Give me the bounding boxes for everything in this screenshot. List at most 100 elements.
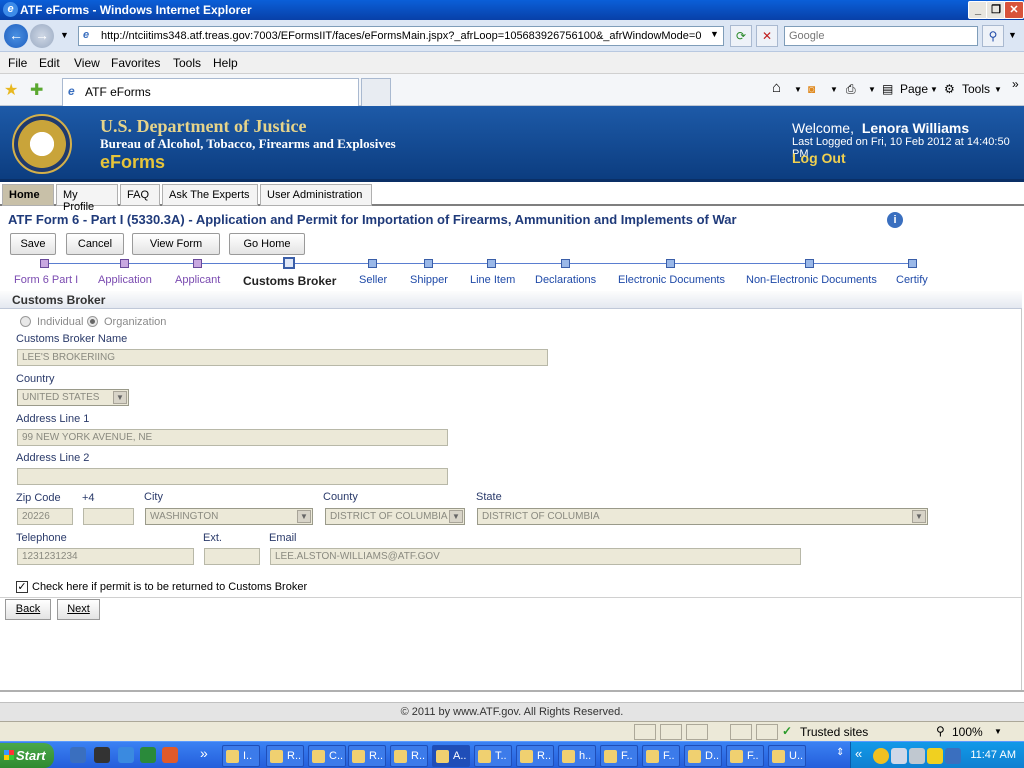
- home-dropdown-icon[interactable]: ▼: [794, 85, 802, 94]
- step-marker-applicant[interactable]: [193, 259, 202, 268]
- ext-field[interactable]: [204, 548, 260, 565]
- taskbar-item-12[interactable]: D..: [684, 745, 722, 767]
- url-dropdown-icon[interactable]: ▼: [710, 29, 719, 39]
- add-favorite-icon[interactable]: ✚: [30, 80, 43, 100]
- feeds-icon[interactable]: ◙: [808, 82, 815, 96]
- menu-help[interactable]: Help: [213, 56, 238, 70]
- step-line-item[interactable]: Line Item: [470, 274, 515, 286]
- tab-user-administration[interactable]: User Administration: [260, 184, 372, 206]
- home-icon[interactable]: ⌂: [772, 79, 781, 96]
- telephone-field[interactable]: 1231231234: [17, 548, 194, 565]
- print-dropdown-icon[interactable]: ▼: [868, 85, 876, 94]
- tools-dropdown-icon[interactable]: ▼: [994, 85, 1002, 94]
- new-tab-button[interactable]: [361, 78, 391, 106]
- tools-menu[interactable]: Tools: [962, 82, 990, 96]
- tray-app-icon[interactable]: [873, 748, 889, 764]
- taskbar-item-2[interactable]: R..: [266, 745, 304, 767]
- tab-faq[interactable]: FAQ: [120, 184, 160, 206]
- state-select[interactable]: DISTRICT OF COLUMBIA ▼: [477, 508, 928, 525]
- taskbar-item-7[interactable]: T..: [474, 745, 512, 767]
- address-input[interactable]: e http://ntciitims348.atf.treas.gov:7003…: [78, 26, 724, 46]
- step-marker-shipper[interactable]: [424, 259, 433, 268]
- page-menu[interactable]: Page: [900, 82, 928, 96]
- tray-network-icon[interactable]: [909, 748, 925, 764]
- taskbar-item-14[interactable]: U..: [768, 745, 806, 767]
- taskbar-item-active[interactable]: A..: [432, 745, 470, 767]
- county-select[interactable]: DISTRICT OF COLUMBIA ▼: [325, 508, 465, 525]
- step-electronic-documents[interactable]: Electronic Documents: [618, 274, 725, 286]
- broker-name-field[interactable]: LEE'S BROKERIING: [17, 349, 548, 366]
- close-button[interactable]: ✕: [1004, 1, 1024, 19]
- back-nav-icon[interactable]: ←: [4, 24, 28, 48]
- country-select[interactable]: UNITED STATES ▼: [17, 389, 129, 406]
- tray-search-icon[interactable]: [891, 748, 907, 764]
- radio-individual[interactable]: [20, 316, 31, 327]
- zoom-level[interactable]: 100%: [952, 725, 983, 739]
- taskbar-item-9[interactable]: h..: [558, 745, 596, 767]
- quicklaunch-app-icon[interactable]: [162, 747, 178, 763]
- quicklaunch-excel-icon[interactable]: [140, 747, 156, 763]
- menu-file[interactable]: File: [8, 56, 27, 70]
- refresh-icon[interactable]: ⟳: [730, 25, 752, 47]
- taskbar-item-11[interactable]: F..: [642, 745, 680, 767]
- step-shipper[interactable]: Shipper: [410, 274, 448, 286]
- quicklaunch-more-icon[interactable]: »: [200, 745, 208, 761]
- quicklaunch-ie-icon[interactable]: [70, 747, 86, 763]
- step-application[interactable]: Application: [98, 274, 152, 286]
- search-input[interactable]: Google: [784, 26, 978, 46]
- tab-home[interactable]: Home: [2, 184, 54, 206]
- taskbar-item-1[interactable]: I..: [222, 745, 260, 767]
- logout-link[interactable]: Log Out: [792, 150, 846, 166]
- taskbar-item-8[interactable]: R..: [516, 745, 554, 767]
- save-button[interactable]: Save: [10, 233, 56, 255]
- tray-security-icon[interactable]: [927, 748, 943, 764]
- taskbar-item-4[interactable]: R..: [348, 745, 386, 767]
- step-non-electronic-documents[interactable]: Non-Electronic Documents: [746, 274, 877, 286]
- browser-tab[interactable]: e ATF eForms: [62, 78, 359, 106]
- start-button[interactable]: Start: [0, 743, 54, 768]
- plus4-field[interactable]: [83, 508, 134, 525]
- info-icon[interactable]: i: [887, 212, 903, 228]
- step-marker-seller[interactable]: [368, 259, 377, 268]
- favorites-star-icon[interactable]: ★: [4, 80, 18, 100]
- minimize-button[interactable]: _: [968, 1, 988, 19]
- step-seller[interactable]: Seller: [359, 274, 387, 286]
- menu-favorites[interactable]: Favorites: [111, 56, 160, 70]
- view-form-button[interactable]: View Form: [132, 233, 220, 255]
- taskbar-item-10[interactable]: F..: [600, 745, 638, 767]
- return-to-broker-checkbox[interactable]: ✓: [16, 581, 28, 593]
- tab-ask-the-experts[interactable]: Ask The Experts: [162, 184, 258, 206]
- forward-nav-icon[interactable]: →: [30, 24, 54, 48]
- step-applicant[interactable]: Applicant: [175, 274, 220, 286]
- more-tools-icon[interactable]: »: [1012, 77, 1019, 91]
- history-dropdown-icon[interactable]: ▼: [60, 30, 69, 40]
- step-marker-electronic-documents[interactable]: [666, 259, 675, 268]
- city-select[interactable]: WASHINGTON ▼: [145, 508, 313, 525]
- cancel-button[interactable]: Cancel: [66, 233, 124, 255]
- step-certify[interactable]: Certify: [896, 274, 928, 286]
- quicklaunch-browser-icon[interactable]: [118, 747, 134, 763]
- tray-status-icon[interactable]: [945, 748, 961, 764]
- search-icon[interactable]: ⚲: [982, 25, 1004, 47]
- step-declarations[interactable]: Declarations: [535, 274, 596, 286]
- menu-tools[interactable]: Tools: [173, 56, 201, 70]
- radio-organization[interactable]: [87, 316, 98, 327]
- email-field[interactable]: LEE.ALSTON-WILLIAMS@ATF.GOV: [270, 548, 801, 565]
- step-marker-declarations[interactable]: [561, 259, 570, 268]
- maximize-button[interactable]: ❐: [986, 1, 1006, 19]
- tab-my-profile[interactable]: My Profile: [56, 184, 118, 213]
- step-marker-form6[interactable]: [40, 259, 49, 268]
- zoom-dropdown-icon[interactable]: ▼: [994, 727, 1002, 736]
- step-marker-application[interactable]: [120, 259, 129, 268]
- address2-field[interactable]: [17, 468, 448, 485]
- step-marker-line-item[interactable]: [487, 259, 496, 268]
- step-marker-certify[interactable]: [908, 259, 917, 268]
- taskbar-scroll-icon[interactable]: ⇕: [836, 747, 844, 758]
- step-marker-non-electronic-documents[interactable]: [805, 259, 814, 268]
- zip-field[interactable]: 20226: [17, 508, 73, 525]
- page-dropdown-icon[interactable]: ▼: [930, 85, 938, 94]
- taskbar-item-13[interactable]: F..: [726, 745, 764, 767]
- back-button[interactable]: Back: [5, 599, 51, 620]
- menu-view[interactable]: View: [74, 56, 100, 70]
- step-form6[interactable]: Form 6 Part I: [14, 274, 78, 286]
